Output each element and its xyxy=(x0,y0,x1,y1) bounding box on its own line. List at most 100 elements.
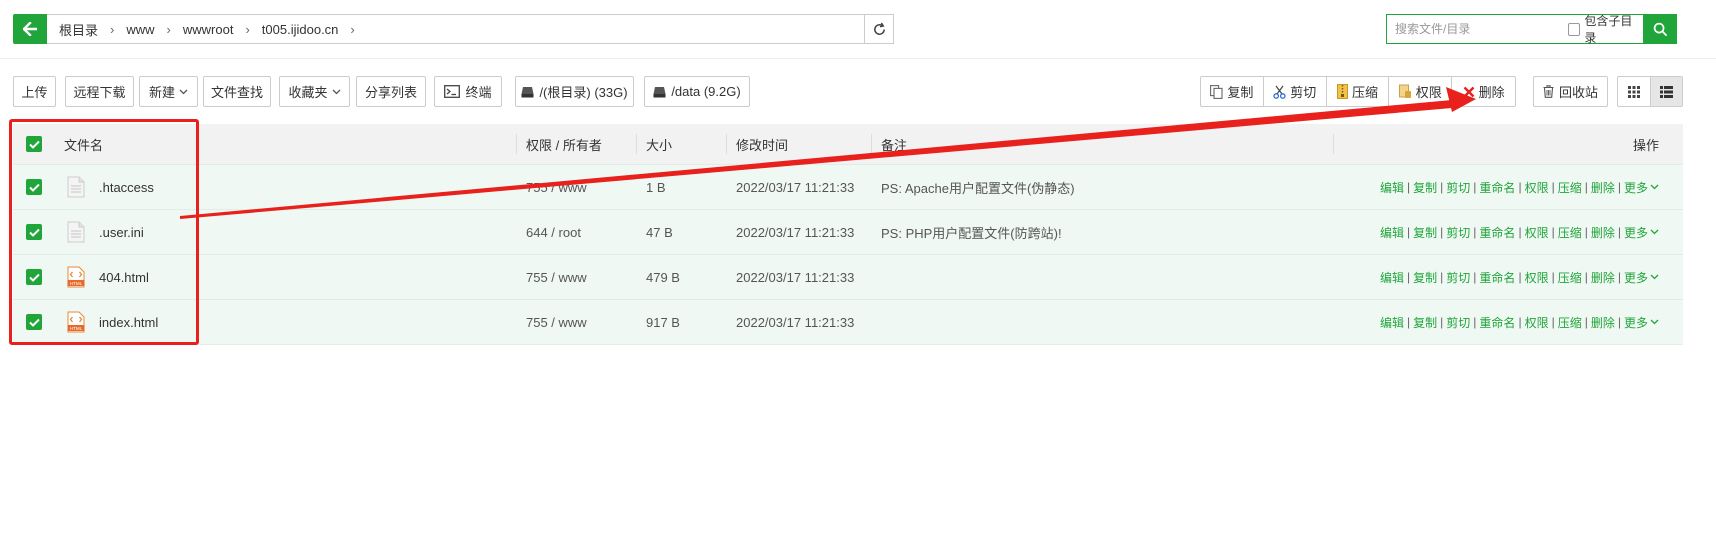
file-perm-owner[interactable]: 755 / www xyxy=(526,255,587,299)
op-cut[interactable]: 剪切 xyxy=(1446,314,1470,331)
file-search-button[interactable]: 文件查找 xyxy=(203,76,271,107)
op-delete[interactable]: 删除 xyxy=(1591,179,1615,196)
op-rename[interactable]: 重命名 xyxy=(1479,269,1515,286)
separator: | xyxy=(1551,180,1555,194)
arrow-left-icon xyxy=(23,22,37,36)
favorites-button[interactable]: 收藏夹 xyxy=(279,76,350,107)
batch-delete-button[interactable]: 删除 xyxy=(1452,77,1515,106)
op-permission[interactable]: 权限 xyxy=(1525,314,1549,331)
op-cut[interactable]: 剪切 xyxy=(1446,269,1470,286)
batch-permission-button[interactable]: 权限 xyxy=(1389,77,1453,106)
op-delete[interactable]: 删除 xyxy=(1591,314,1615,331)
op-rename[interactable]: 重命名 xyxy=(1479,179,1515,196)
chevron-right-icon: › xyxy=(350,21,355,37)
op-delete[interactable]: 删除 xyxy=(1591,224,1615,241)
header-mtime[interactable]: 修改时间 xyxy=(736,124,788,164)
header-size[interactable]: 大小 xyxy=(646,124,672,164)
file-name[interactable]: .htaccess xyxy=(99,165,154,209)
op-more[interactable]: 更多 xyxy=(1624,269,1648,286)
op-more[interactable]: 更多 xyxy=(1624,224,1648,241)
batch-compress-button[interactable]: 压缩 xyxy=(1327,77,1390,106)
include-subdir-checkbox[interactable] xyxy=(1567,22,1581,36)
file-search-label: 文件查找 xyxy=(210,85,263,100)
column-divider xyxy=(516,134,517,154)
op-rename[interactable]: 重命名 xyxy=(1479,314,1515,331)
header-perm-owner[interactable]: 权限 / 所有者 xyxy=(526,124,602,164)
disk-data-label: /data (9.2G) xyxy=(671,84,741,99)
table-row[interactable]: HTML 404.html 755 / www 479 B 2022/03/17… xyxy=(13,254,1683,299)
op-copy[interactable]: 复制 xyxy=(1413,269,1437,286)
crumb-root[interactable]: 根目录 xyxy=(55,20,102,39)
batch-cut-button[interactable]: 剪切 xyxy=(1264,77,1327,106)
op-compress[interactable]: 压缩 xyxy=(1558,179,1582,196)
crumb-www[interactable]: www xyxy=(122,22,158,37)
row-checkbox[interactable] xyxy=(26,165,42,209)
header-name[interactable]: 文件名 xyxy=(64,124,103,164)
op-edit[interactable]: 编辑 xyxy=(1380,224,1404,241)
op-compress[interactable]: 压缩 xyxy=(1558,224,1582,241)
terminal-label: 终端 xyxy=(465,85,492,100)
file-name[interactable]: .user.ini xyxy=(99,210,144,254)
table-row[interactable]: .user.ini 644 / root 47 B 2022/03/17 11:… xyxy=(13,209,1683,254)
crumb-wwwroot[interactable]: wwwroot xyxy=(179,22,238,37)
column-divider xyxy=(636,134,637,154)
refresh-button[interactable] xyxy=(864,15,893,43)
op-copy[interactable]: 复制 xyxy=(1413,224,1437,241)
row-checkbox[interactable] xyxy=(26,255,42,299)
op-compress[interactable]: 压缩 xyxy=(1558,269,1582,286)
disk-data-button[interactable]: /data (9.2G) xyxy=(644,76,750,107)
grid-view-button[interactable] xyxy=(1618,77,1651,106)
op-cut[interactable]: 剪切 xyxy=(1446,224,1470,241)
back-button[interactable] xyxy=(13,14,47,44)
upload-button[interactable]: 上传 xyxy=(13,76,56,107)
op-cut[interactable]: 剪切 xyxy=(1446,179,1470,196)
file-name[interactable]: 404.html xyxy=(99,255,149,299)
header-remark[interactable]: 备注 xyxy=(881,124,907,164)
terminal-button[interactable]: 终端 xyxy=(434,76,502,107)
new-button[interactable]: 新建 xyxy=(139,76,198,107)
op-copy[interactable]: 复制 xyxy=(1413,314,1437,331)
crumb-site[interactable]: t005.ijidoo.cn xyxy=(258,22,343,37)
select-all-checkbox[interactable] xyxy=(26,124,42,164)
search-button[interactable] xyxy=(1643,14,1677,44)
file-remark[interactable]: PS: PHP用户配置文件(防跨站)! xyxy=(881,210,1062,254)
op-permission[interactable]: 权限 xyxy=(1525,224,1549,241)
file-name[interactable]: index.html xyxy=(99,300,158,344)
file-perm-owner[interactable]: 755 / www xyxy=(526,165,587,209)
check-icon xyxy=(28,273,40,282)
include-subdir-toggle[interactable]: 包含子目录 xyxy=(1567,12,1643,46)
op-more[interactable]: 更多 xyxy=(1624,179,1648,196)
recycle-bin-button[interactable]: 回收站 xyxy=(1533,76,1608,107)
batch-copy-button[interactable]: 复制 xyxy=(1201,77,1264,106)
disk-root-button[interactable]: /(根目录) (33G) xyxy=(515,76,634,107)
batch-delete-label: 删除 xyxy=(1478,85,1505,100)
header-ops: 操作 xyxy=(1632,137,1659,153)
remote-download-button[interactable]: 远程下载 xyxy=(65,76,134,107)
table-row[interactable]: HTML index.html 755 / www 917 B 2022/03/… xyxy=(13,299,1683,344)
file-remark[interactable]: PS: Apache用户配置文件(伪静态) xyxy=(881,165,1075,209)
op-edit[interactable]: 编辑 xyxy=(1380,314,1404,331)
row-checkbox[interactable] xyxy=(26,300,42,344)
separator: | xyxy=(1518,270,1522,284)
op-permission[interactable]: 权限 xyxy=(1525,269,1549,286)
op-edit[interactable]: 编辑 xyxy=(1380,179,1404,196)
op-permission[interactable]: 权限 xyxy=(1525,179,1549,196)
file-perm-owner[interactable]: 644 / root xyxy=(526,210,581,254)
table-header: 文件名 权限 / 所有者 大小 修改时间 备注 操作 xyxy=(13,124,1683,164)
op-compress[interactable]: 压缩 xyxy=(1558,314,1582,331)
op-delete[interactable]: 删除 xyxy=(1591,269,1615,286)
chevron-down-icon xyxy=(332,89,340,94)
search-input[interactable] xyxy=(1387,17,1568,41)
separator: | xyxy=(1518,225,1522,239)
share-list-button[interactable]: 分享列表 xyxy=(356,76,426,107)
separator: | xyxy=(1407,225,1411,239)
list-view-button[interactable] xyxy=(1650,77,1682,106)
file-perm-owner[interactable]: 755 / www xyxy=(526,300,587,344)
upload-label: 上传 xyxy=(21,85,48,100)
op-edit[interactable]: 编辑 xyxy=(1380,269,1404,286)
op-copy[interactable]: 复制 xyxy=(1413,179,1437,196)
row-checkbox[interactable] xyxy=(26,210,42,254)
op-more[interactable]: 更多 xyxy=(1624,314,1648,331)
op-rename[interactable]: 重命名 xyxy=(1479,224,1515,241)
table-row[interactable]: .htaccess 755 / www 1 B 2022/03/17 11:21… xyxy=(13,164,1683,209)
